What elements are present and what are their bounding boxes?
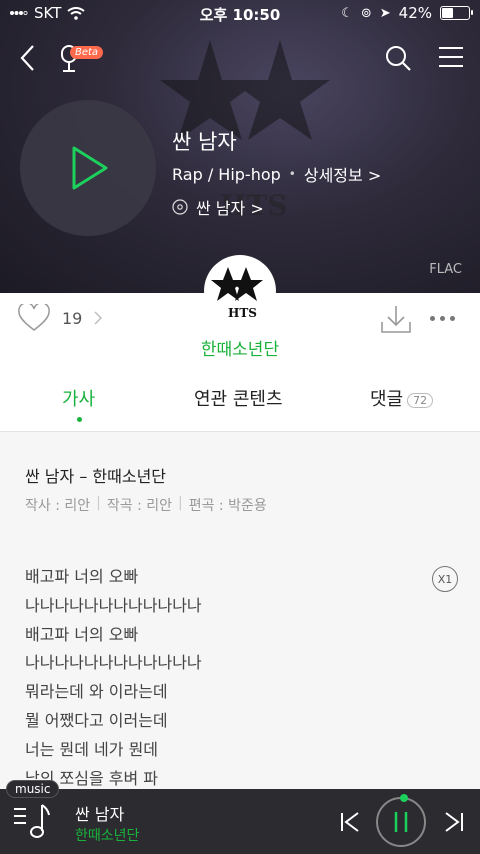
menu-icon[interactable] bbox=[438, 46, 464, 68]
more-options-icon[interactable] bbox=[430, 316, 455, 321]
artist-name[interactable]: 한때소년단 bbox=[0, 335, 480, 360]
artist-avatar[interactable]: HTS bbox=[204, 255, 276, 327]
lyric-line: 뭘 어쨌다고 이러는데 bbox=[25, 710, 168, 730]
tab-comments-label: 댓글 bbox=[370, 389, 404, 410]
moon-icon: ☾ bbox=[341, 5, 353, 21]
pause-button[interactable] bbox=[376, 797, 426, 847]
active-tab-indicator bbox=[77, 417, 82, 422]
back-icon[interactable] bbox=[18, 44, 38, 72]
artist-logo-text: HTS bbox=[228, 306, 257, 320]
song-title: 싼 남자 bbox=[172, 130, 237, 154]
pause-icon bbox=[394, 812, 408, 832]
artist-logo: HTS bbox=[211, 267, 263, 320]
hero-background: HTS SKT 오후 10:50 ☾ ⊚ ➤ 42% Beta 싼 남자 Rap… bbox=[0, 0, 480, 293]
genre-row: Rap / Hip-hop • 상세정보 > bbox=[172, 162, 381, 186]
album-link[interactable]: 싼 남자 > bbox=[196, 195, 264, 219]
location-icon: ➤ bbox=[379, 5, 391, 21]
arranger-credit: 편곡 : 박준용 bbox=[188, 498, 267, 514]
playlist-icon[interactable] bbox=[12, 803, 52, 841]
like-button[interactable]: 19 bbox=[18, 304, 103, 332]
lyric-line: 너는 뭔데 네가 뭔데 bbox=[25, 739, 159, 759]
music-tag: music bbox=[6, 780, 60, 798]
lyric-line: 나나나나나나나나나나나나 bbox=[25, 595, 202, 615]
lyrics-lines: 배고파 너의 오빠 나나나나나나나나나나나나 배고파 너의 오빠 나나나나나나나… bbox=[25, 563, 202, 793]
rotation-lock-icon: ⊚ bbox=[360, 5, 372, 21]
tab-comments[interactable]: 댓글 72 bbox=[370, 385, 434, 411]
previous-track-icon[interactable] bbox=[338, 810, 362, 834]
detail-link[interactable]: 상세정보 > bbox=[304, 162, 381, 186]
tab-related-content[interactable]: 연관 콘텐츠 bbox=[194, 385, 283, 411]
search-icon[interactable] bbox=[384, 44, 412, 72]
heart-icon bbox=[18, 304, 50, 331]
chevron-right-icon bbox=[94, 311, 103, 325]
player-artist-name[interactable]: 한때소년단 bbox=[75, 825, 139, 845]
top-navbar: Beta bbox=[0, 38, 480, 78]
lyric-line: 뭐라는데 와 이라는데 bbox=[25, 682, 168, 702]
lyrics-heading: 싼 남자 – 한때소년단 bbox=[25, 467, 167, 486]
quality-label: FLAC bbox=[429, 262, 462, 277]
status-bar: SKT 오후 10:50 ☾ ⊚ ➤ 42% bbox=[0, 0, 480, 28]
beta-badge: Beta bbox=[70, 46, 104, 59]
player-song-title[interactable]: 싼 남자 bbox=[75, 801, 124, 825]
lyric-line: 나나나나나나나나나나나나 bbox=[25, 653, 202, 673]
lyricist-credit: 작사 : 리안 bbox=[25, 498, 91, 514]
lyric-line: 배고파 너의 오빠 bbox=[25, 567, 139, 586]
speed-toggle[interactable]: X1 bbox=[432, 566, 458, 592]
separator-dot: • bbox=[288, 167, 296, 181]
comment-count-badge: 72 bbox=[407, 392, 434, 408]
genre-label: Rap / Hip-hop bbox=[172, 164, 281, 184]
tab-bar: 가사 연관 콘텐츠 댓글 72 bbox=[0, 385, 480, 431]
credits-row: 작사 : 리안 | 작곡 : 리안 | 편곡 : 박준용 bbox=[25, 495, 267, 515]
battery-icon bbox=[440, 6, 473, 20]
album-row[interactable]: 싼 남자 > bbox=[172, 195, 264, 219]
tab-lyrics[interactable]: 가사 bbox=[62, 385, 95, 411]
credit-separator: | bbox=[178, 495, 183, 511]
next-track-icon[interactable] bbox=[442, 810, 466, 834]
disc-icon bbox=[172, 199, 188, 215]
lyric-line: 배고파 너의 오빠 bbox=[25, 624, 139, 644]
play-icon bbox=[72, 146, 108, 190]
composer-credit: 작곡 : 리안 bbox=[106, 498, 172, 514]
progress-indicator[interactable] bbox=[400, 794, 408, 802]
battery-percent: 42% bbox=[398, 4, 432, 22]
like-count: 19 bbox=[62, 308, 83, 328]
play-button[interactable] bbox=[20, 100, 156, 236]
download-icon[interactable] bbox=[380, 304, 412, 334]
credit-separator: | bbox=[96, 495, 101, 511]
